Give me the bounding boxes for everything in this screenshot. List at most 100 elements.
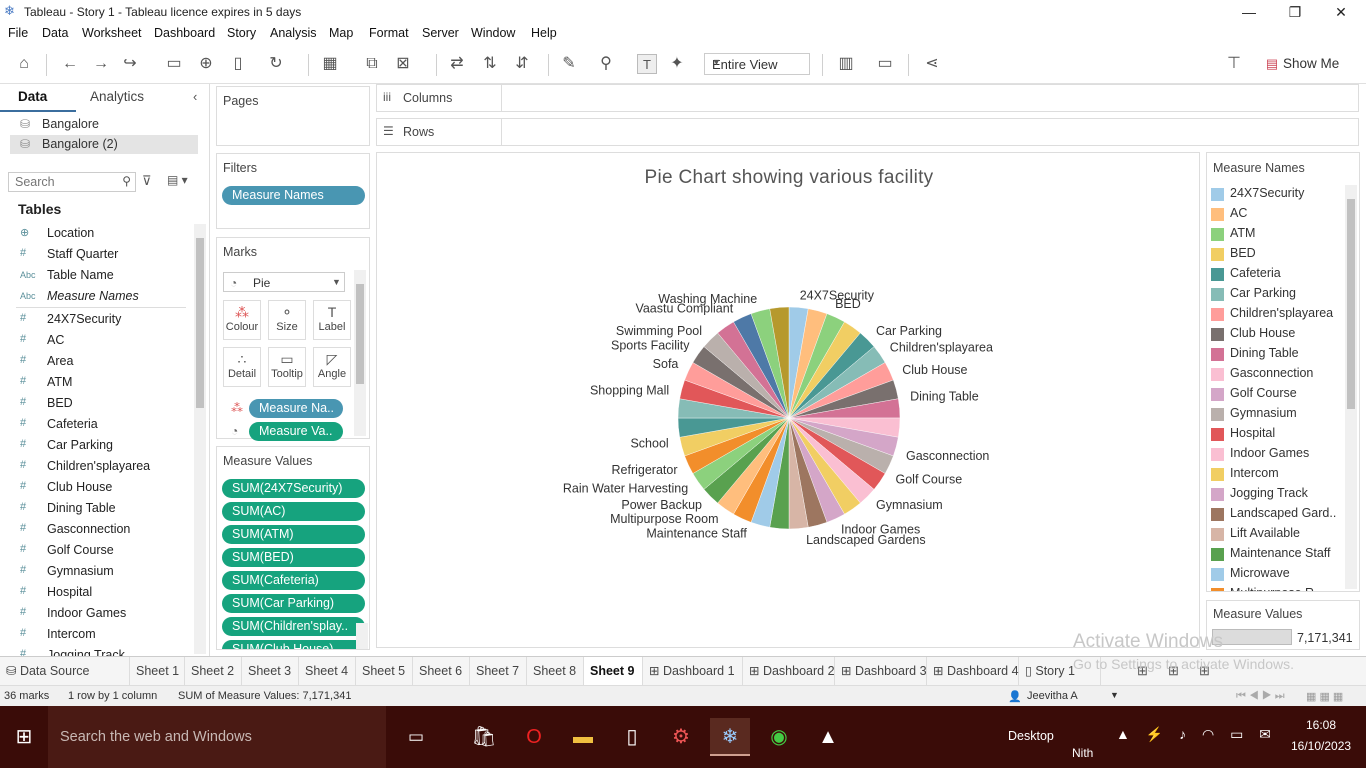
legend-item[interactable]: Children'splayarea bbox=[1211, 305, 1341, 323]
field-item[interactable]: # Intercom bbox=[16, 625, 186, 645]
sheet-tab[interactable]: Sheet 9 bbox=[584, 657, 643, 685]
legend-item[interactable]: Dining Table bbox=[1211, 345, 1341, 363]
menu-dashboard[interactable]: Dashboard bbox=[154, 26, 215, 40]
collapse-pane-icon[interactable]: ‹ bbox=[193, 89, 197, 104]
home-icon[interactable]: ⌂ bbox=[14, 54, 34, 74]
measure-values-scrollbar[interactable] bbox=[356, 623, 368, 649]
field-item[interactable]: # Golf Course bbox=[16, 541, 186, 561]
visualization-canvas[interactable]: Pie Chart showing various facility 24X7S… bbox=[376, 152, 1200, 648]
legend-item[interactable]: Club House bbox=[1211, 325, 1341, 343]
clock-time[interactable]: 16:08 bbox=[1306, 718, 1336, 732]
tooltip-button[interactable]: ▭ Tooltip bbox=[268, 347, 306, 387]
presentation-mode-icon[interactable]: ▭ bbox=[875, 54, 895, 74]
data-source-bangalore[interactable]: ⛁ Bangalore bbox=[10, 115, 198, 134]
pause-updates-icon[interactable]: ▯ bbox=[228, 54, 248, 74]
menu-format[interactable]: Format bbox=[369, 26, 409, 40]
measure-value-pill[interactable]: SUM(Car Parking) bbox=[222, 594, 365, 613]
filters-shelf[interactable]: Filters Measure Names bbox=[216, 153, 370, 229]
clock-date[interactable]: 16/10/2023 bbox=[1291, 739, 1351, 753]
rows-shelf[interactable]: ☰ Rows bbox=[376, 118, 1359, 146]
restore-button[interactable]: ❐ bbox=[1272, 2, 1318, 22]
legend-item[interactable]: Lift Available bbox=[1211, 525, 1341, 543]
legend-item[interactable]: AC bbox=[1211, 205, 1341, 223]
legend-item[interactable]: ATM bbox=[1211, 225, 1341, 243]
sort-descending-icon[interactable]: ⇵ bbox=[512, 54, 532, 74]
fit-view-select[interactable]: Entire View ▼ bbox=[704, 53, 810, 75]
legend-item[interactable]: Gasconnection bbox=[1211, 365, 1341, 383]
field-list-scrollbar[interactable] bbox=[194, 224, 206, 654]
sheet-navigation-icon[interactable]: ⏮ ◀ ▶ ⏭ bbox=[1236, 690, 1285, 703]
show-cards-icon[interactable]: ▥ bbox=[836, 54, 856, 74]
field-item[interactable]: # AC bbox=[16, 331, 186, 351]
field-item[interactable]: # Club House bbox=[16, 478, 186, 498]
menu-server[interactable]: Server bbox=[422, 26, 459, 40]
sheet-tab[interactable]: ⊞ Dashboard 2 bbox=[743, 657, 835, 685]
new-worksheet-icon[interactable]: ▦ bbox=[320, 54, 340, 74]
sheet-tab[interactable]: ⛁ Data Source bbox=[0, 657, 130, 685]
pages-shelf[interactable]: Pages bbox=[216, 86, 370, 146]
save-icon[interactable]: ▭ bbox=[164, 54, 184, 74]
legend-item[interactable]: Car Parking bbox=[1211, 285, 1341, 303]
scrollbar-thumb[interactable] bbox=[1347, 199, 1355, 409]
tab-analytics[interactable]: Analytics bbox=[90, 89, 144, 104]
sheet-tab[interactable]: Sheet 2 bbox=[185, 657, 242, 685]
menu-analysis[interactable]: Analysis bbox=[270, 26, 317, 40]
detail-button[interactable]: ∴ Detail bbox=[223, 347, 261, 387]
field-item[interactable]: # Gasconnection bbox=[16, 520, 186, 540]
legend-item[interactable]: Maintenance Staff bbox=[1211, 545, 1341, 563]
measure-value-pill[interactable]: SUM(Cafeteria) bbox=[222, 571, 365, 590]
highlight-icon[interactable]: ✎ bbox=[559, 54, 579, 74]
field-item[interactable]: # Indoor Games bbox=[16, 604, 186, 624]
legend-item[interactable]: 24X7Security bbox=[1211, 185, 1341, 203]
menu-file[interactable]: File bbox=[8, 26, 28, 40]
menu-window[interactable]: Window bbox=[471, 26, 515, 40]
fix-axes-icon[interactable]: ✦ bbox=[667, 54, 687, 74]
field-item[interactable]: # Gymnasium bbox=[16, 562, 186, 582]
nith-folder[interactable]: Nith bbox=[1072, 746, 1093, 760]
size-button[interactable]: ⚬ Size bbox=[268, 300, 306, 340]
sheet-view-icon[interactable]: ▦ ▦ ▦ bbox=[1306, 690, 1343, 703]
legend-item[interactable]: Indoor Games bbox=[1211, 445, 1341, 463]
sheet-tab[interactable]: Sheet 5 bbox=[356, 657, 413, 685]
legend-item[interactable]: Microwave bbox=[1211, 565, 1341, 583]
field-item[interactable]: # Children'splayarea bbox=[16, 457, 186, 477]
view-options-icon[interactable]: ▤ ▾ bbox=[167, 173, 188, 187]
photos-icon[interactable]: ▲ bbox=[808, 718, 848, 756]
legend-item[interactable]: Multipurpose R.. bbox=[1211, 585, 1341, 591]
measure-value-pill[interactable]: SUM(ATM) bbox=[222, 525, 365, 544]
filter-pill-measure-names[interactable]: Measure Names bbox=[222, 186, 365, 205]
sheet-tab[interactable]: ⊞ Dashboard 4 bbox=[927, 657, 1019, 685]
desktop-toolbar[interactable]: Desktop bbox=[1008, 729, 1054, 743]
clear-sheet-icon[interactable]: ⊠ bbox=[393, 54, 413, 74]
measure-value-pill[interactable]: SUM(24X7Security) bbox=[222, 479, 365, 498]
windows-start-icon[interactable]: ⊞ bbox=[4, 718, 44, 756]
swap-rows-columns-icon[interactable]: ⇄ bbox=[447, 54, 467, 74]
sheet-tab[interactable]: Sheet 4 bbox=[299, 657, 356, 685]
settings-app-icon[interactable]: ⚙ bbox=[661, 718, 701, 756]
task-view-icon[interactable]: ▭ bbox=[396, 718, 436, 756]
show-mark-labels-icon[interactable]: T bbox=[637, 54, 657, 74]
field-item[interactable]: ⊕ Location bbox=[16, 224, 186, 244]
new-data-source-icon[interactable]: ⊕ bbox=[196, 54, 216, 74]
marks-pill-measure-names[interactable]: Measure Na.. bbox=[249, 399, 343, 418]
sheet-tab[interactable]: Sheet 6 bbox=[413, 657, 470, 685]
file-explorer-icon[interactable]: ▬ bbox=[563, 718, 603, 756]
legend-item[interactable]: Cafeteria bbox=[1211, 265, 1341, 283]
field-item[interactable]: # Area bbox=[16, 352, 186, 372]
legend-item[interactable]: Gymnasium bbox=[1211, 405, 1341, 423]
menu-map[interactable]: Map bbox=[329, 26, 353, 40]
measure-value-pill[interactable]: SUM(Children'splay.. bbox=[222, 617, 365, 636]
field-item[interactable]: # Car Parking bbox=[16, 436, 186, 456]
sheet-tab[interactable]: ⊞ Dashboard 1 bbox=[643, 657, 743, 685]
legend-item[interactable]: BED bbox=[1211, 245, 1341, 263]
columns-shelf[interactable]: iii Columns bbox=[376, 84, 1359, 112]
legend-scrollbar[interactable] bbox=[1345, 185, 1357, 589]
menu-worksheet[interactable]: Worksheet bbox=[82, 26, 142, 40]
store-icon[interactable]: 🛍 bbox=[464, 718, 504, 756]
field-item[interactable]: # BED bbox=[16, 394, 186, 414]
field-item[interactable]: #24X7Security bbox=[16, 310, 186, 330]
replace-data-icon[interactable]: ↪ bbox=[120, 54, 140, 74]
scrollbar-thumb[interactable] bbox=[356, 284, 364, 384]
minimize-button[interactable]: — bbox=[1226, 2, 1272, 22]
field-item[interactable]: # Staff Quarter bbox=[16, 245, 186, 265]
